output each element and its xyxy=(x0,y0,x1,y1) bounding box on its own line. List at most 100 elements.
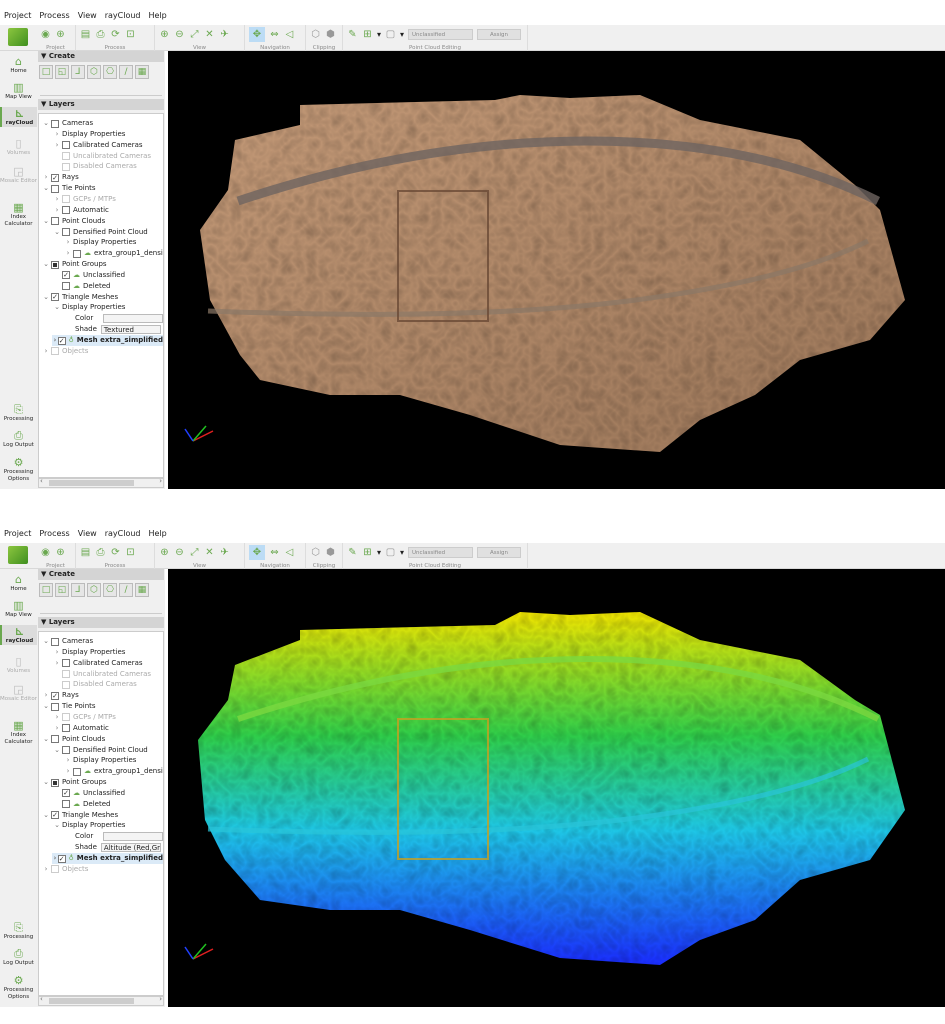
nav-home[interactable]: ⌂ Home xyxy=(0,573,37,593)
layer-item[interactable]: ⌄ ✓ Triangle Meshes xyxy=(41,292,118,303)
layer-checkbox[interactable] xyxy=(62,746,70,754)
nav-map-view[interactable]: ▥ Map View xyxy=(0,599,37,619)
layer-item[interactable]: › ☁ extra_group1_densi xyxy=(63,766,163,777)
nav-mosaic-editor[interactable]: ◲ Mosaic Editor xyxy=(0,683,37,703)
layer-item[interactable]: ⌄ Densified Point Cloud xyxy=(52,745,148,756)
chevron-right-icon[interactable]: › xyxy=(52,194,62,205)
layer-item[interactable]: ShadeAltitude (Red,Green xyxy=(75,842,161,853)
layer-item[interactable]: › Calibrated Cameras xyxy=(52,140,143,151)
chevron-down-icon[interactable]: ⌄ xyxy=(41,183,51,194)
create-surface-icon[interactable]: ◱ xyxy=(55,583,69,597)
nav-index-calculator[interactable]: ▦ Index Calculator xyxy=(0,719,37,746)
menu-project[interactable]: Project xyxy=(4,529,31,543)
nav-map-view[interactable]: ▥ Map View xyxy=(0,81,37,101)
clip-box-icon[interactable]: ⬡ xyxy=(310,29,321,40)
zoom-in-icon[interactable]: ⊕ xyxy=(159,29,170,40)
view-frustum-icon[interactable]: ◁ xyxy=(284,29,295,40)
zoom-all-icon[interactable]: ✕ xyxy=(204,29,215,40)
open-project-icon[interactable]: ◉ xyxy=(40,29,51,40)
chevron-right-icon[interactable]: › xyxy=(52,658,62,669)
clip-settings-icon[interactable]: ⬢ xyxy=(325,29,336,40)
splitter[interactable] xyxy=(40,613,162,614)
nav-processing-options[interactable]: ⚙ Processing Options xyxy=(0,974,37,1001)
create-volume-icon[interactable]: ⬡ xyxy=(87,65,101,79)
horizontal-scrollbar[interactable]: ‹ › xyxy=(38,995,164,1006)
layer-checkbox[interactable] xyxy=(62,659,70,668)
color-field[interactable] xyxy=(103,314,163,324)
crosshair-icon[interactable]: ⊕ xyxy=(55,29,66,40)
chevron-right-icon[interactable]: › xyxy=(41,172,51,183)
layer-item[interactable]: › Automatic xyxy=(52,205,109,216)
layer-item[interactable]: ⌄ Point Groups xyxy=(41,259,107,270)
layer-checkbox[interactable] xyxy=(51,119,59,128)
layer-item[interactable]: › Automatic xyxy=(52,723,109,734)
layer-item[interactable]: ⌄ Densified Point Cloud xyxy=(52,227,148,238)
chevron-down-icon[interactable]: ⌄ xyxy=(41,216,51,227)
layer-item[interactable]: ✓ ☁ Unclassified xyxy=(52,788,125,799)
clip-settings-icon[interactable]: ⬢ xyxy=(325,547,336,558)
color-swatch-icon[interactable]: ▢ xyxy=(385,547,396,558)
layer-item[interactable]: ⌄ Cameras xyxy=(41,118,93,129)
nav-home[interactable]: ⌂ Home xyxy=(0,55,37,75)
layer-item[interactable]: ⌄ Point Clouds xyxy=(41,734,105,745)
chevron-down-icon[interactable]: ▾ xyxy=(400,30,404,39)
nav-mosaic-editor[interactable]: ◲ Mosaic Editor xyxy=(0,165,37,185)
layer-checkbox[interactable]: ✓ xyxy=(51,173,59,182)
layer-item[interactable]: ⌄ ✓ Triangle Meshes xyxy=(41,810,118,821)
layer-checkbox[interactable]: ✓ xyxy=(62,271,70,280)
create-volume-icon[interactable]: ⬡ xyxy=(87,583,101,597)
layer-item[interactable]: Uncalibrated Cameras xyxy=(52,669,151,680)
nav-index-calculator[interactable]: ▦ Index Calculator xyxy=(0,201,37,228)
menu-view[interactable]: View xyxy=(78,11,97,25)
layer-item[interactable]: ⌄ Point Clouds xyxy=(41,216,105,227)
process-icon[interactable]: ⊡ xyxy=(125,547,136,558)
create-axis-icon[interactable]: ⅃ xyxy=(71,65,85,79)
shade-select[interactable]: Textured xyxy=(100,325,161,335)
create-camera-icon[interactable]: ⎔ xyxy=(103,583,117,597)
layer-item[interactable]: Color xyxy=(75,831,163,842)
menu-raycloud[interactable]: rayCloud xyxy=(105,11,141,25)
layer-item[interactable]: › Display Properties xyxy=(52,129,126,140)
layer-item[interactable]: ⌄ Tie Points xyxy=(41,701,96,712)
nav-volumes[interactable]: ▯ Volumes xyxy=(0,137,37,157)
layer-item[interactable]: ☁ Deleted xyxy=(52,281,110,292)
layer-checkbox[interactable] xyxy=(51,217,59,226)
layer-checkbox[interactable] xyxy=(62,713,70,722)
layer-item[interactable]: Disabled Cameras xyxy=(52,161,137,172)
layer-checkbox[interactable] xyxy=(51,260,59,269)
layer-checkbox[interactable] xyxy=(51,184,59,193)
chevron-right-icon[interactable]: › xyxy=(41,346,51,357)
layer-checkbox[interactable]: ✓ xyxy=(51,293,59,302)
brush-icon[interactable]: ✎ xyxy=(347,547,358,558)
splitter[interactable] xyxy=(40,95,162,96)
chevron-down-icon[interactable]: ⌄ xyxy=(41,701,51,712)
chevron-right-icon[interactable]: › xyxy=(63,766,73,777)
fly-icon[interactable]: ✈ xyxy=(219,29,230,40)
chevron-right-icon[interactable]: › xyxy=(52,140,62,151)
create-polyline-icon[interactable]: □ xyxy=(39,583,53,597)
create-line-icon[interactable]: ∕ xyxy=(119,65,133,79)
layer-item[interactable]: › Display Properties xyxy=(63,237,137,248)
menu-help[interactable]: Help xyxy=(149,529,167,543)
layer-checkbox[interactable]: ✓ xyxy=(62,789,70,798)
layer-checkbox[interactable]: ✓ xyxy=(57,336,66,345)
layer-checkbox[interactable] xyxy=(62,282,70,291)
export-icon[interactable]: ⎙ xyxy=(95,547,106,558)
chevron-right-icon[interactable]: › xyxy=(52,647,62,658)
fit-icon[interactable]: ⤢ xyxy=(189,29,200,40)
layer-checkbox[interactable]: ✓ xyxy=(51,691,59,700)
chevron-down-icon[interactable]: ⌄ xyxy=(52,302,62,313)
layer-checkbox[interactable] xyxy=(62,162,70,171)
class-select[interactable]: Unclassified xyxy=(408,546,474,558)
chevron-down-icon[interactable]: ⌄ xyxy=(41,292,51,303)
chevron-right-icon[interactable]: › xyxy=(41,864,51,875)
chevron-right-icon[interactable]: › xyxy=(52,129,62,140)
3d-viewport[interactable] xyxy=(168,569,945,1007)
first-person-icon[interactable]: ⇔ xyxy=(269,29,280,40)
layer-checkbox[interactable] xyxy=(51,778,59,787)
layer-checkbox[interactable] xyxy=(51,637,59,646)
layer-item[interactable]: ⌄ Point Groups xyxy=(41,777,107,788)
nav-volumes[interactable]: ▯ Volumes xyxy=(0,655,37,675)
nav-log-output[interactable]: ⎙ Log Output xyxy=(0,429,37,449)
create-header[interactable]: ▼ Create xyxy=(38,51,164,62)
